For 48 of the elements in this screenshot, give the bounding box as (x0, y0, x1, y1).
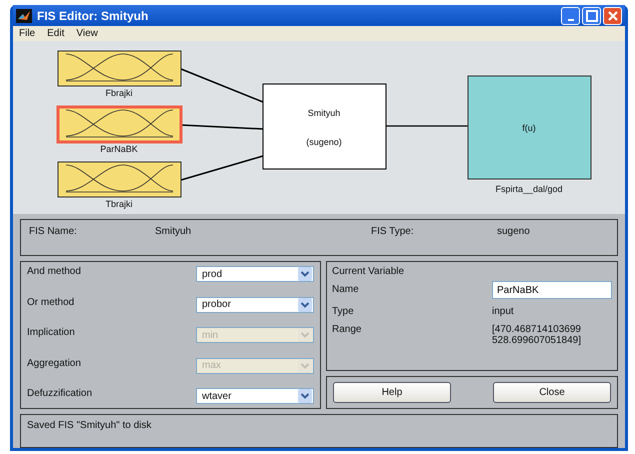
menu-item[interactable]: File (19, 28, 36, 40)
chevron-down-icon (298, 389, 312, 403)
name-field[interactable]: ParNaBK (492, 281, 612, 299)
input-label: Fbrajki (106, 88, 132, 98)
dropdown[interactable]: wtaver (196, 388, 314, 404)
system-name: Smityuh (308, 108, 340, 118)
menu-item[interactable]: Edit (47, 28, 64, 40)
field-value: input (492, 306, 514, 317)
system-type: (sugeno) (306, 137, 342, 147)
maximize-icon (586, 10, 598, 22)
help-button[interactable]: Help (333, 382, 451, 403)
chevron-down-icon (298, 298, 312, 312)
membership-function-block[interactable] (58, 50, 182, 86)
field-label: And method (27, 266, 81, 277)
chevron-down-icon (298, 267, 312, 281)
close-icon (606, 10, 618, 22)
minimize-button[interactable] (561, 6, 580, 25)
maximize-button[interactable] (582, 6, 601, 25)
membership-function-block[interactable] (58, 162, 182, 198)
output-block[interactable] (468, 76, 592, 180)
system-block[interactable] (262, 84, 386, 170)
dropdown[interactable]: prod (196, 266, 314, 282)
output-label: Fspirta__dal/god (495, 184, 563, 194)
menu-item[interactable]: View (76, 28, 98, 40)
field-label: Defuzzification (27, 388, 92, 399)
field-label: Type (332, 306, 355, 317)
field-label: Or method (27, 296, 74, 308)
field-label: Name (332, 284, 360, 295)
field-label: FIS Name: (29, 226, 78, 237)
status-message: Saved FIS "Smityuh" to disk (27, 420, 152, 431)
minimize-icon (568, 18, 574, 21)
input-label: ParNaBK (100, 144, 138, 154)
membership-function-block[interactable] (56, 106, 182, 144)
field-value: Smityuh (155, 226, 192, 237)
app-icon (16, 8, 32, 23)
close-button[interactable]: Close (493, 382, 611, 403)
panel-title: Current Variable (332, 266, 406, 277)
field-value: sugeno (497, 226, 530, 237)
field-label: FIS Type: (371, 226, 415, 237)
field-label: Range (332, 324, 362, 335)
field-label: Implication (27, 327, 75, 338)
close-button[interactable] (603, 6, 622, 25)
field-label: Aggregation (27, 358, 81, 368)
input-label: Tbrajki (106, 199, 132, 209)
field-value: [470.468714103699 528.699607051849] (492, 324, 581, 346)
output-function: f(u) (522, 123, 536, 133)
dropdown[interactable]: probor (196, 296, 314, 312)
window-title: FIS Editor: Smityuh (37, 8, 150, 23)
